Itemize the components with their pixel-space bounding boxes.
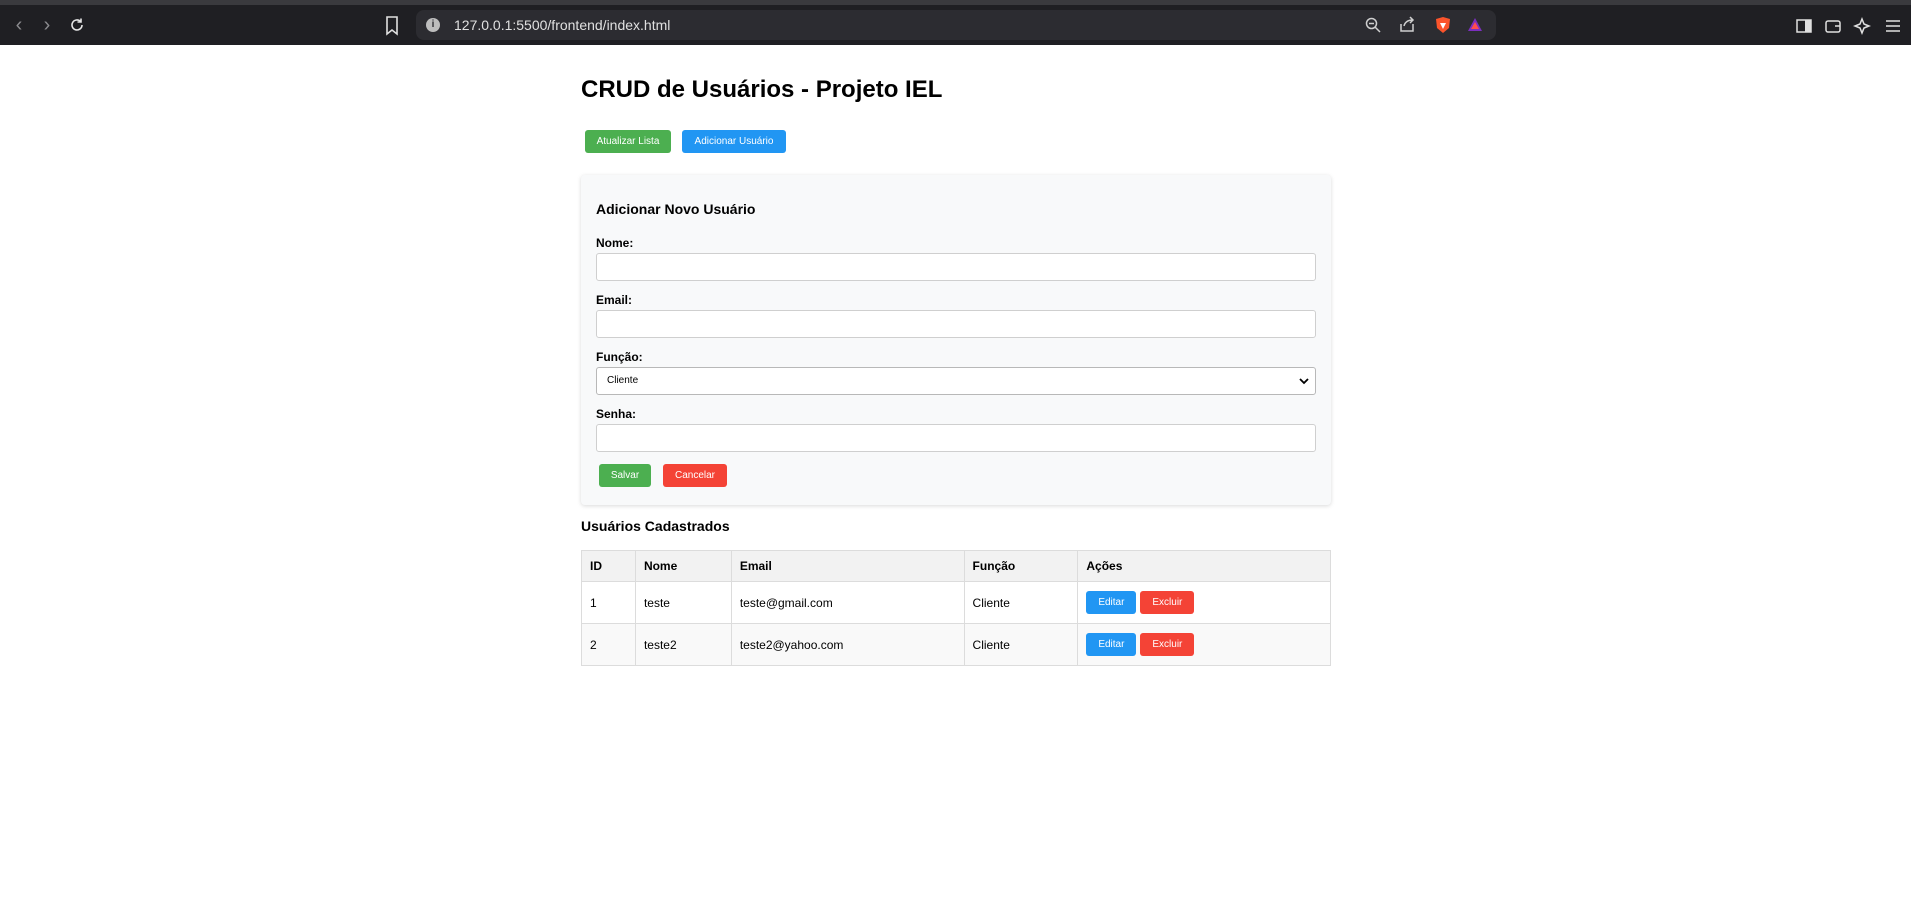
cell-id: 2 <box>581 623 636 666</box>
role-selected-value: Cliente <box>607 375 639 386</box>
site-info-icon[interactable]: i <box>426 18 440 32</box>
name-input[interactable] <box>596 253 1316 281</box>
share-icon[interactable] <box>1398 16 1416 34</box>
table-header-row: ID Nome Email Função Ações <box>581 550 1331 582</box>
table-row: 1 teste teste@gmail.com Cliente Editar Ex… <box>581 581 1331 624</box>
cell-email: teste@gmail.com <box>730 581 965 624</box>
browser-toolbar: ‹ › i 127.0.0.1:5500/frontend/index.html <box>0 0 1911 45</box>
edit-button[interactable]: Editar <box>1086 633 1137 656</box>
cell-name: teste <box>634 581 732 624</box>
zoom-icon[interactable] <box>1364 16 1382 34</box>
leo-ai-icon[interactable] <box>1853 17 1871 35</box>
address-bar[interactable]: i 127.0.0.1:5500/frontend/index.html <box>416 10 1496 40</box>
table-row: 2 teste2 teste2@yahoo.com Cliente Editar… <box>581 623 1331 666</box>
column-header-id: ID <box>581 550 636 582</box>
cell-actions: Editar Excluir <box>1077 581 1331 624</box>
role-label: Função: <box>596 350 643 364</box>
cell-role: Cliente <box>963 623 1079 666</box>
menu-icon[interactable] <box>1884 17 1902 35</box>
name-label: Nome: <box>596 236 634 250</box>
reload-icon[interactable] <box>64 12 90 38</box>
cell-actions: Editar Excluir <box>1077 623 1331 666</box>
column-header-actions: Ações <box>1077 550 1331 582</box>
page-title: CRUD de Usuários - Projeto IEL <box>581 76 943 103</box>
delete-button[interactable]: Excluir <box>1140 591 1195 614</box>
email-input[interactable] <box>596 310 1316 338</box>
email-label: Email: <box>596 293 633 307</box>
column-header-role: Função <box>963 550 1079 582</box>
chevron-down-icon <box>1299 378 1309 385</box>
sidebar-icon[interactable] <box>1795 17 1813 35</box>
wallet-icon[interactable] <box>1824 17 1842 35</box>
save-button[interactable]: Salvar <box>599 464 651 487</box>
delete-button[interactable]: Excluir <box>1140 633 1195 656</box>
brave-shield-icon[interactable] <box>1434 16 1452 34</box>
cell-id: 1 <box>581 581 636 624</box>
add-user-form: Adicionar Novo Usuário Nome: Email: Funç… <box>581 175 1331 505</box>
refresh-list-button[interactable]: Atualizar Lista <box>585 130 671 153</box>
back-icon[interactable]: ‹ <box>6 12 32 38</box>
role-select[interactable]: Cliente <box>596 367 1316 395</box>
password-input[interactable] <box>596 424 1316 452</box>
form-heading: Adicionar Novo Usuário <box>596 201 756 217</box>
forward-icon[interactable]: › <box>34 12 60 38</box>
add-user-button[interactable]: Adicionar Usuário <box>682 130 786 153</box>
edit-button[interactable]: Editar <box>1086 591 1137 614</box>
url-text: 127.0.0.1:5500/frontend/index.html <box>454 17 671 33</box>
column-header-name: Nome <box>634 550 732 582</box>
column-header-email: Email <box>730 550 965 582</box>
cancel-button[interactable]: Cancelar <box>663 464 727 487</box>
brave-rewards-icon[interactable] <box>1466 16 1484 34</box>
password-label: Senha: <box>596 407 637 421</box>
users-table: ID Nome Email Função Ações 1 teste teste… <box>581 550 1331 666</box>
cell-name: teste2 <box>634 623 732 666</box>
cell-email: teste2@yahoo.com <box>730 623 965 666</box>
cell-role: Cliente <box>963 581 1079 624</box>
bookmark-icon[interactable] <box>384 15 400 37</box>
users-list-heading: Usuários Cadastrados <box>581 518 730 534</box>
